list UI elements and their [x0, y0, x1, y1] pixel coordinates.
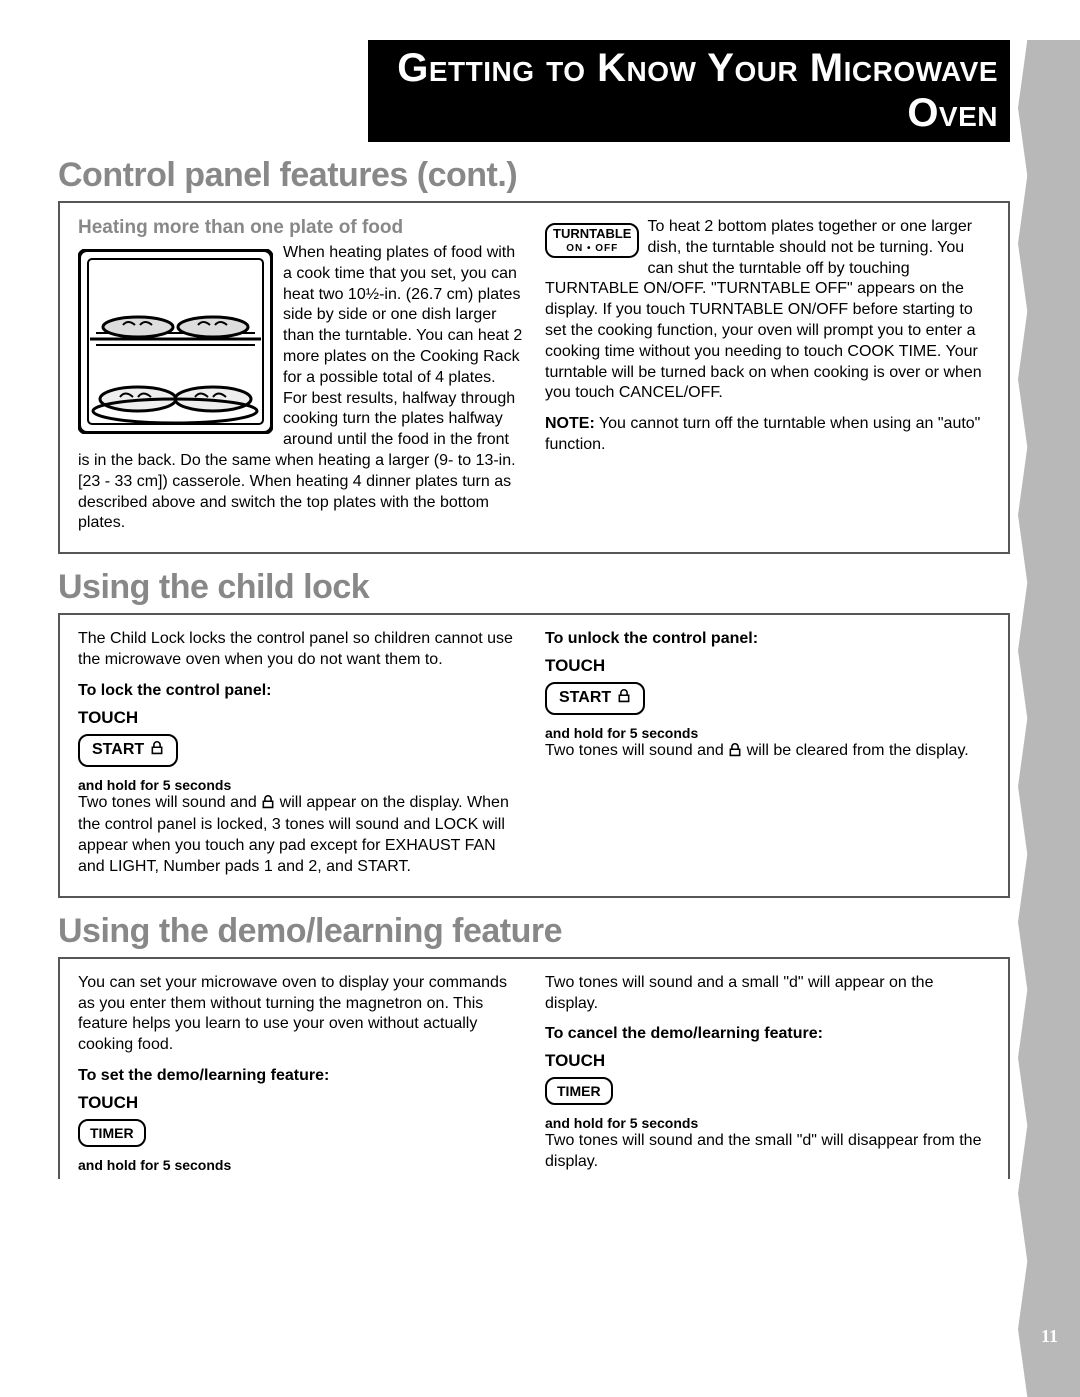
- lock-icon: [261, 795, 275, 816]
- timer-button: TIMER: [78, 1119, 146, 1147]
- lock-icon: [150, 741, 164, 760]
- unlock-result-post: will be cleared from the display.: [747, 742, 969, 759]
- timer-button: TIMER: [545, 1077, 613, 1105]
- turntable-button: TURNTABLE ON • OFF: [545, 223, 639, 258]
- touch-label: TOUCH: [545, 1051, 990, 1071]
- start-button: START: [78, 734, 178, 767]
- hold-text: and hold for 5 seconds: [78, 777, 523, 793]
- chapter-header: Getting to Know Your Microwave Oven: [368, 40, 1010, 142]
- touch-label: TOUCH: [545, 656, 990, 676]
- col-heating-plates: Heating more than one plate of food: [78, 217, 523, 534]
- section-box-demo: You can set your microwave oven to displ…: [58, 957, 1010, 1179]
- microwave-interior-illustration: [78, 249, 273, 441]
- demo-intro: You can set your microwave oven to displ…: [78, 973, 523, 1056]
- lock-icon: [617, 689, 631, 708]
- touch-label: TOUCH: [78, 708, 523, 728]
- col-turntable-off: TURNTABLE ON • OFF To heat 2 bottom plat…: [545, 217, 990, 534]
- col-demo-set: You can set your microwave oven to displ…: [78, 973, 523, 1173]
- section-title-control-panel: Control panel features (cont.): [58, 156, 1010, 195]
- touch-label: TOUCH: [78, 1093, 523, 1113]
- section-title-demo: Using the demo/learning feature: [58, 912, 1010, 951]
- demo-set-head: To set the demo/learning feature:: [78, 1066, 523, 1087]
- subhead-heating: Heating more than one plate of food: [78, 217, 523, 239]
- unlock-panel-head: To unlock the control panel:: [545, 629, 990, 650]
- section-box-control-panel: Heating more than one plate of food: [58, 201, 1010, 554]
- unlock-result-pre: Two tones will sound and: [545, 742, 728, 759]
- note-label: NOTE:: [545, 415, 595, 432]
- section-box-child-lock: The Child Lock locks the control panel s…: [58, 613, 1010, 898]
- lock-result-pre: Two tones will sound and: [78, 794, 261, 811]
- lock-panel-head: To lock the control panel:: [78, 681, 523, 702]
- col-unlock: To unlock the control panel: TOUCH START…: [545, 629, 990, 878]
- demo-cancel-head: To cancel the demo/learning feature:: [545, 1024, 990, 1045]
- page-content: Getting to Know Your Microwave Oven Cont…: [58, 40, 1010, 1179]
- section-title-child-lock: Using the child lock: [58, 568, 1010, 607]
- lock-icon: [728, 743, 742, 764]
- hold-text: and hold for 5 seconds: [545, 1115, 990, 1131]
- col-lock: The Child Lock locks the control panel s…: [78, 629, 523, 878]
- hold-text: and hold for 5 seconds: [545, 725, 990, 741]
- demo-cancel-result: Two tones will sound and the small "d" w…: [545, 1131, 990, 1173]
- childlock-intro: The Child Lock locks the control panel s…: [78, 629, 523, 671]
- col-demo-cancel: Two tones will sound and a small "d" wil…: [545, 973, 990, 1173]
- note-body: You cannot turn off the turntable when u…: [545, 415, 980, 453]
- demo-set-result: Two tones will sound and a small "d" wil…: [545, 973, 990, 1015]
- start-button: START: [545, 682, 645, 715]
- sidebar-wave-decoration: [1018, 40, 1080, 1397]
- hold-text: and hold for 5 seconds: [78, 1157, 523, 1173]
- page-number: 11: [1041, 1326, 1058, 1347]
